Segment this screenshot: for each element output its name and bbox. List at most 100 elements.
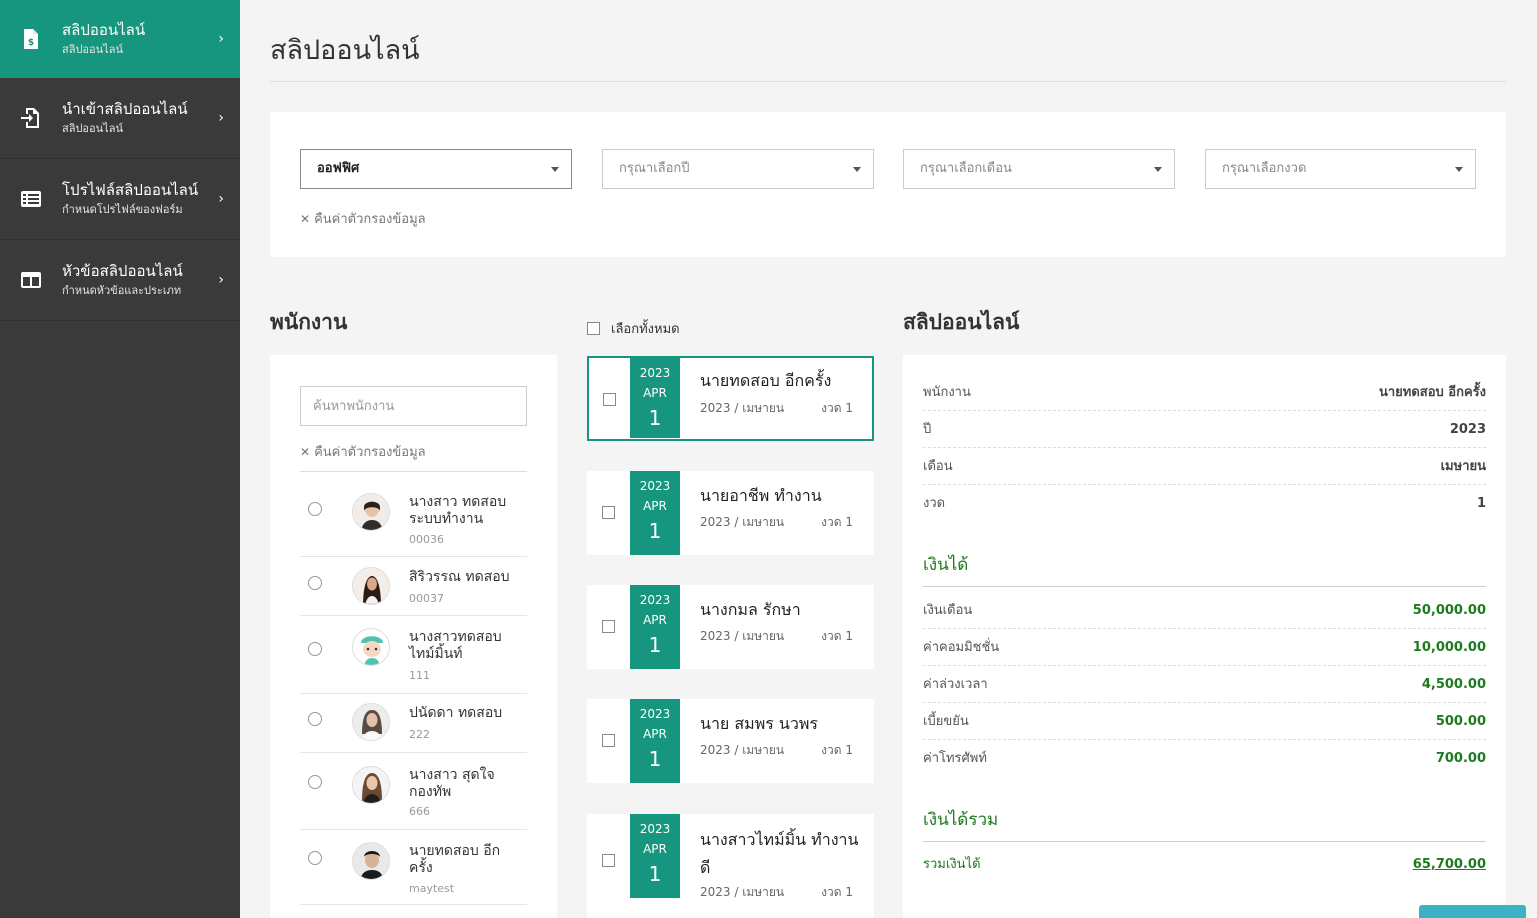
sidebar-item-sublabel: กำหนดหัวข้อและประเภท xyxy=(62,284,182,297)
slip-period: 2023 / เมษายน งวด 1 xyxy=(700,627,853,646)
slip-card[interactable]: 2023 APR 1 นายทดสอบ อีกครั้ง 2023 / เมษา… xyxy=(587,356,874,441)
slip-checkbox[interactable] xyxy=(602,854,615,867)
employee-search-input[interactable] xyxy=(300,386,527,426)
page-title: สลิปออนไลน์ xyxy=(270,35,420,66)
employee-name: นางสาว สุดใจ กองทัพ xyxy=(409,767,495,800)
month-select[interactable]: กรุณาเลือกเดือน xyxy=(903,149,1175,189)
employee-code: 222 xyxy=(409,728,430,741)
detail-row-employee: พนักงาน นายทดสอบ อีกครั้ง xyxy=(923,374,1486,411)
slip-round: งวด 1 xyxy=(821,401,853,415)
slip-year: 2023 xyxy=(639,707,671,721)
employee-row[interactable]: นางสาว สุดใจ กองทัพ 666 xyxy=(300,753,527,830)
sidebar-item-label: นำเข้าสลิปออนไลน์ xyxy=(62,100,188,118)
divider xyxy=(270,81,1506,82)
slip-date-badge: 2023 APR 1 xyxy=(630,471,680,555)
avatar xyxy=(352,567,390,605)
employee-radio[interactable] xyxy=(308,502,322,516)
chevron-right-icon: › xyxy=(218,191,224,207)
employee-row[interactable]: สิริวรรณ ทดสอบ 00037 xyxy=(300,557,527,616)
reset-employee-filter-link[interactable]: ✕ คืนค่าตัวกรองข้อมูล xyxy=(300,441,426,462)
income-row: ค่าล่วงเวลา 4,500.00 xyxy=(923,666,1486,703)
slip-detail-title: สลิปออนไลน์ xyxy=(903,310,1020,334)
slip-day: 1 xyxy=(648,747,662,771)
income-label: ค่าคอมมิชชั่น xyxy=(923,640,1000,655)
filter-panel: ออฟฟิศ กรุณาเลือกปี กรุณาเลือกเดือน กรุณ… xyxy=(270,112,1506,257)
slip-date-badge: 2023 APR 1 xyxy=(630,358,680,438)
slip-checkbox[interactable] xyxy=(602,506,615,519)
detail-row-month: เดือน เมษายน xyxy=(923,448,1486,485)
employee-row[interactable]: นางสาว ทดสอบ ระบบทำงาน 00036 xyxy=(300,472,527,557)
select-all-checkbox[interactable]: เลือกทั้งหมด xyxy=(587,318,680,339)
employee-radio[interactable] xyxy=(308,775,322,789)
slip-employee-name: นางสาวไทม์มิ้น ทำงาน ดี xyxy=(700,830,859,877)
year-select[interactable]: กรุณาเลือกปี xyxy=(602,149,874,189)
caret-down-icon xyxy=(1154,167,1162,172)
slip-card[interactable]: 2023 APR 1 นายอาชีพ ทำงาน 2023 / เมษายน … xyxy=(587,471,874,555)
income-value: 500.00 xyxy=(1435,714,1486,729)
slip-period-text: 2023 / เมษายน xyxy=(700,401,785,415)
sidebar-item-import-slip[interactable]: นำเข้าสลิปออนไลน์ สลิปออนไลน์ › xyxy=(0,78,240,159)
employee-row[interactable]: นางสาวทดสอบ ไทม์มิ้นท์ 111 xyxy=(300,616,527,694)
slip-detail-panel: พนักงาน นายทดสอบ อีกครั้ง ปี 2023 เดือน … xyxy=(903,355,1506,918)
employee-name: นางสาว ทดสอบ ระบบทำงาน xyxy=(409,494,507,527)
slip-day: 1 xyxy=(648,633,662,657)
slip-checkbox[interactable] xyxy=(603,393,616,406)
employee-radio[interactable] xyxy=(308,712,322,726)
total-income-row: รวมเงินได้ 65,700.00 xyxy=(923,846,1486,883)
slip-day: 1 xyxy=(648,406,662,430)
slip-period-text: 2023 / เมษายน xyxy=(700,885,785,899)
employee-radio[interactable] xyxy=(308,851,322,865)
slip-year: 2023 xyxy=(639,593,671,607)
month-select-placeholder: กรุณาเลือกเดือน xyxy=(920,161,1012,176)
income-value: 4,500.00 xyxy=(1421,677,1486,692)
employee-name: สิริวรรณ ทดสอบ xyxy=(409,569,510,585)
avatar xyxy=(352,842,390,880)
caret-down-icon xyxy=(1455,167,1463,172)
slip-card[interactable]: 2023 APR 1 นางกมล รักษา 2023 / เมษายน งว… xyxy=(587,585,874,669)
reset-filter-label: คืนค่าตัวกรองข้อมูล xyxy=(314,212,426,227)
slip-date-badge: 2023 APR 1 xyxy=(630,699,680,783)
income-label: ค่าล่วงเวลา xyxy=(923,677,988,692)
employee-radio[interactable] xyxy=(308,642,322,656)
employees-title: พนักงาน xyxy=(270,310,348,334)
employee-code: 111 xyxy=(409,669,430,682)
slip-round: งวด 1 xyxy=(821,629,853,643)
sidebar-item-label: หัวข้อสลิปออนไลน์ xyxy=(62,262,183,280)
slip-date-badge: 2023 APR 1 xyxy=(630,585,680,669)
employee-panel: ✕คืนค่าตัวกรองข้อมูล นางสาว ทดสอบ ระบบทำ… xyxy=(270,355,557,918)
sidebar-item-slip-profile[interactable]: โปรไฟล์สลิปออนไลน์ กำหนดโปรไฟล์ของฟอร์ม … xyxy=(0,159,240,240)
slip-checkbox[interactable] xyxy=(602,620,615,633)
slip-month: APR xyxy=(643,499,667,513)
reset-filter-link[interactable]: ✕ คืนค่าตัวกรองข้อมูล xyxy=(300,208,426,229)
period-select[interactable]: กรุณาเลือกงวด xyxy=(1205,149,1476,189)
slip-period: 2023 / เมษายน งวด 1 xyxy=(700,883,853,902)
sidebar-item-slip-topics[interactable]: หัวข้อสลิปออนไลน์ กำหนดหัวข้อและประเภท › xyxy=(0,240,240,321)
employee-name: นายทดสอบ อีก ครั้ง xyxy=(409,843,501,876)
file-dollar-icon: $ xyxy=(24,28,38,49)
chevron-right-icon: › xyxy=(218,30,224,47)
checkbox[interactable] xyxy=(587,322,600,335)
total-income-label: รวมเงินได้ xyxy=(923,857,981,872)
reset-filter-label: คืนค่าตัวกรองข้อมูล xyxy=(314,445,426,460)
slip-employee-name: นายอาชีพ ทำงาน xyxy=(700,486,822,505)
income-label: เงินเดือน xyxy=(923,603,973,618)
detail-label: ปี xyxy=(923,422,932,437)
svg-text:$: $ xyxy=(28,38,34,48)
slip-card[interactable]: 2023 APR 1 นางสาวไทม์มิ้น ทำงาน ดี 2023 … xyxy=(587,814,874,918)
sidebar-item-online-slip[interactable]: $ สลิปออนไลน์ สลิปออนไลน์ › xyxy=(0,0,240,78)
slip-employee-name: นาย สมพร นวพร xyxy=(700,714,818,733)
employee-list: นางสาว ทดสอบ ระบบทำงาน 00036 สิริวรรณ ทด… xyxy=(300,472,527,905)
slip-year: 2023 xyxy=(639,822,671,836)
employee-code: 00037 xyxy=(409,592,444,605)
office-select-value: ออฟฟิศ xyxy=(317,161,360,176)
slip-card[interactable]: 2023 APR 1 นาย สมพร นวพร 2023 / เมษายน ง… xyxy=(587,699,874,783)
office-select[interactable]: ออฟฟิศ xyxy=(300,149,572,189)
employee-row[interactable]: ปนัดดา ทดสอบ 222 xyxy=(300,694,527,753)
slip-checkbox[interactable] xyxy=(602,734,615,747)
employee-code: 00036 xyxy=(409,533,444,546)
employee-row[interactable]: นายทดสอบ อีก ครั้ง maytest xyxy=(300,830,527,905)
income-row: ค่าคอมมิชชั่น 10,000.00 xyxy=(923,629,1486,666)
employee-radio[interactable] xyxy=(308,576,322,590)
floating-action-button[interactable] xyxy=(1419,905,1526,918)
sidebar: $ สลิปออนไลน์ สลิปออนไลน์ › นำเข้าสลิปออ… xyxy=(0,0,240,918)
